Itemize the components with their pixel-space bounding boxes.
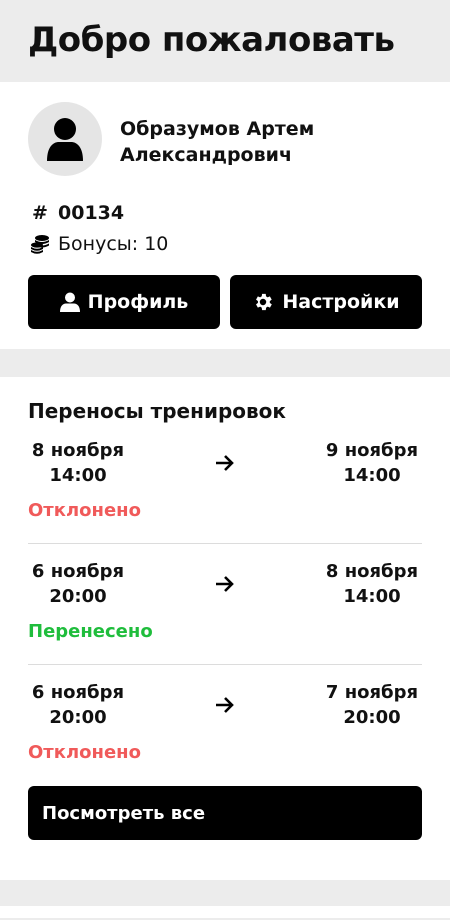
transfer-to: 7 ноября 20:00 bbox=[322, 680, 422, 730]
to-time: 14:00 bbox=[343, 465, 401, 486]
transfer-item: 8 ноября 14:00 9 ноября 14:00 Отклонено bbox=[28, 423, 422, 544]
profile-actions: Профиль Настройки bbox=[28, 275, 422, 329]
status-label: Перенесено bbox=[28, 621, 153, 642]
user-name-line1: Образумов Артем bbox=[120, 118, 315, 140]
user-icon bbox=[47, 118, 83, 161]
from-time: 20:00 bbox=[49, 707, 107, 728]
user-meta: # 00134 Бонусы: 10 bbox=[28, 197, 422, 259]
transfer-from: 6 ноября 20:00 bbox=[28, 680, 128, 730]
profile-button-label: Профиль bbox=[87, 291, 189, 313]
view-all-button[interactable]: Посмотреть все bbox=[28, 786, 422, 840]
to-date: 9 ноября bbox=[325, 440, 419, 461]
next-card-edge bbox=[0, 906, 450, 918]
from-time: 20:00 bbox=[49, 586, 107, 607]
transfer-from: 8 ноября 14:00 bbox=[28, 438, 128, 488]
hash-icon: # bbox=[32, 201, 48, 224]
to-time: 14:00 bbox=[343, 586, 401, 607]
settings-button[interactable]: Настройки bbox=[230, 275, 422, 329]
to-date: 7 ноября bbox=[325, 682, 419, 703]
from-time: 14:00 bbox=[49, 465, 107, 486]
avatar bbox=[28, 102, 102, 176]
transfers-title: Переносы тренировок bbox=[28, 399, 286, 423]
transfer-to: 8 ноября 14:00 bbox=[322, 559, 422, 609]
settings-button-label: Настройки bbox=[282, 291, 400, 313]
transfer-from: 6 ноября 20:00 bbox=[28, 559, 128, 609]
user-row: Образумов Артем Александрович bbox=[28, 102, 422, 176]
status-label: Отклонено bbox=[28, 500, 141, 521]
member-id-row: # 00134 bbox=[28, 197, 422, 228]
section-divider bbox=[0, 880, 450, 906]
transfers-card: Переносы тренировок 8 ноября 14:00 9 ноя… bbox=[0, 377, 450, 880]
arrow-right-icon bbox=[215, 575, 235, 593]
user-name: Образумов Артем Александрович bbox=[120, 116, 314, 168]
to-date: 8 ноября bbox=[325, 561, 419, 582]
coins-icon bbox=[30, 234, 50, 254]
header: Добро пожаловать bbox=[0, 0, 450, 82]
transfer-item: 6 ноября 20:00 7 ноября 20:00 Отклонено bbox=[28, 665, 422, 786]
user-icon bbox=[59, 292, 80, 312]
arrow-right-icon bbox=[215, 696, 235, 714]
arrow-right-icon bbox=[215, 454, 235, 472]
transfer-item: 6 ноября 20:00 8 ноября 14:00 Перенесено bbox=[28, 544, 422, 665]
member-id: 00134 bbox=[58, 201, 125, 224]
profile-button[interactable]: Профиль bbox=[28, 275, 220, 329]
bonus-row: Бонусы: 10 bbox=[28, 228, 422, 259]
user-name-line2: Александрович bbox=[120, 144, 292, 166]
to-time: 20:00 bbox=[343, 707, 401, 728]
profile-card: Образумов Артем Александрович # 00134 Бо… bbox=[0, 82, 450, 349]
from-date: 6 ноября bbox=[31, 682, 125, 703]
section-divider bbox=[0, 349, 450, 377]
bonus-label: Бонусы: 10 bbox=[58, 232, 169, 255]
page-title: Добро пожаловать bbox=[28, 20, 395, 60]
from-date: 8 ноября bbox=[31, 440, 125, 461]
from-date: 6 ноября bbox=[31, 561, 125, 582]
transfer-to: 9 ноября 14:00 bbox=[322, 438, 422, 488]
status-label: Отклонено bbox=[28, 742, 141, 763]
gear-icon bbox=[256, 293, 273, 311]
